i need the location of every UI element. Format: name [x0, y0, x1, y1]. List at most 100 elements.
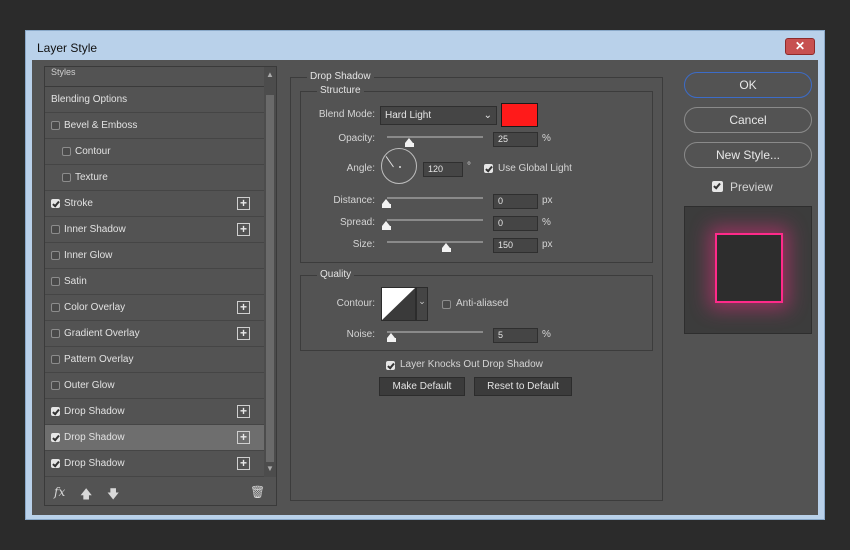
preview-label: Preview	[730, 180, 773, 194]
opacity-input[interactable]: 25	[493, 132, 538, 147]
styles-scrollbar[interactable]: ▲ ▼	[264, 67, 276, 477]
angle-dial-center	[399, 166, 401, 168]
scroll-up-arrow-icon[interactable]: ▲	[264, 69, 276, 81]
scrollbar-thumb[interactable]	[266, 95, 274, 462]
add-style-plus-icon[interactable]: +	[237, 197, 250, 210]
style-checkbox[interactable]	[51, 459, 60, 468]
add-style-plus-icon[interactable]: +	[237, 457, 250, 470]
style-item-label: Contour	[75, 146, 111, 157]
size-input[interactable]: 150	[493, 238, 538, 253]
style-item[interactable]: Blending Options	[45, 87, 264, 113]
add-style-plus-icon[interactable]: +	[237, 301, 250, 314]
style-item[interactable]: Inner Shadow +	[45, 217, 264, 243]
style-item[interactable]: Pattern Overlay	[45, 347, 264, 373]
blend-mode-label: Blend Mode:	[318, 109, 375, 120]
contour-preview[interactable]	[381, 287, 416, 321]
style-item[interactable]: Inner Glow	[45, 243, 264, 269]
knocks-out-label: Layer Knocks Out Drop Shadow	[400, 359, 543, 370]
style-item-label: Drop Shadow	[64, 432, 125, 443]
style-item[interactable]: Outer Glow	[45, 373, 264, 399]
spread-input[interactable]: 0	[493, 216, 538, 231]
shadow-color-swatch[interactable]	[501, 103, 538, 127]
knocks-out-checkbox[interactable]	[386, 361, 395, 370]
anti-aliased-label: Anti-aliased	[456, 298, 509, 309]
distance-slider[interactable]	[387, 197, 483, 199]
noise-slider-thumb[interactable]	[387, 333, 396, 342]
distance-input[interactable]: 0	[493, 194, 538, 209]
styles-list: Styles Blending Options Bevel & Emboss Con…	[45, 67, 264, 477]
style-item[interactable]: Texture	[45, 165, 264, 191]
style-checkbox[interactable]	[51, 381, 60, 390]
add-style-plus-icon[interactable]: +	[237, 223, 250, 236]
noise-input[interactable]: 5	[493, 328, 538, 343]
style-checkbox[interactable]	[51, 225, 60, 234]
style-item[interactable]: Color Overlay +	[45, 295, 264, 321]
style-checkbox[interactable]	[51, 121, 60, 130]
new-style-button[interactable]: New Style...	[684, 142, 812, 168]
preview-thumbnail	[684, 206, 812, 334]
anti-aliased-checkbox[interactable]	[442, 300, 451, 309]
scroll-down-arrow-icon[interactable]: ▼	[264, 463, 276, 475]
title-bar[interactable]: Layer Style ✕	[26, 31, 824, 61]
noise-unit: %	[542, 329, 551, 340]
style-item[interactable]: Stroke +	[45, 191, 264, 217]
size-label: Size:	[352, 239, 375, 250]
noise-slider[interactable]	[387, 331, 483, 333]
use-global-light-checkbox[interactable]	[484, 164, 493, 173]
reset-to-default-button[interactable]: Reset to Default	[474, 377, 572, 396]
style-checkbox[interactable]	[51, 355, 60, 364]
spread-slider[interactable]	[387, 219, 483, 221]
close-button[interactable]: ✕	[785, 38, 815, 55]
styles-header: Styles	[45, 67, 264, 87]
style-item[interactable]: Bevel & Emboss	[45, 113, 264, 139]
distance-unit: px	[542, 195, 553, 206]
ok-button[interactable]: OK	[684, 72, 812, 98]
styles-panel: Styles Blending Options Bevel & Emboss Con…	[44, 66, 277, 506]
add-style-plus-icon[interactable]: +	[237, 405, 250, 418]
spread-unit: %	[542, 217, 551, 228]
style-checkbox[interactable]	[51, 251, 60, 260]
blend-mode-select[interactable]: Hard Light ⌄	[380, 106, 497, 125]
style-item-label: Color Overlay	[64, 302, 126, 313]
size-slider-thumb[interactable]	[442, 243, 451, 252]
style-item[interactable]: Drop Shadow +	[45, 399, 264, 425]
style-item[interactable]: Drop Shadow +	[45, 425, 264, 451]
style-item[interactable]: Satin	[45, 269, 264, 295]
cancel-button[interactable]: Cancel	[684, 107, 812, 133]
trash-icon[interactable]: 🗑	[250, 485, 265, 499]
style-checkbox[interactable]	[62, 173, 71, 182]
style-item[interactable]: Drop Shadow +	[45, 451, 264, 477]
style-item-label: Outer Glow	[64, 380, 115, 391]
contour-curve-icon	[382, 288, 415, 320]
distance-slider-thumb[interactable]	[382, 199, 391, 208]
style-item-label: Inner Glow	[64, 250, 113, 261]
style-item-label: Satin	[64, 276, 87, 287]
angle-input[interactable]: 120	[423, 162, 463, 177]
opacity-label: Opacity:	[338, 133, 375, 144]
size-unit: px	[542, 239, 553, 250]
contour-dropdown-chevron-icon[interactable]: ⌄	[416, 287, 428, 321]
size-slider[interactable]	[387, 241, 483, 243]
add-style-plus-icon[interactable]: +	[237, 431, 250, 444]
style-item[interactable]: Contour	[45, 139, 264, 165]
style-checkbox[interactable]	[51, 277, 60, 286]
style-checkbox[interactable]	[51, 433, 60, 442]
style-checkbox[interactable]	[62, 147, 71, 156]
move-up-icon[interactable]: 🡅	[80, 485, 92, 506]
style-checkbox[interactable]	[51, 329, 60, 338]
opacity-slider[interactable]	[387, 136, 483, 138]
style-checkbox[interactable]	[51, 407, 60, 416]
angle-dial[interactable]	[381, 148, 417, 184]
opacity-slider-thumb[interactable]	[405, 138, 414, 147]
style-item[interactable]: Gradient Overlay +	[45, 321, 264, 347]
spread-slider-thumb[interactable]	[382, 221, 391, 230]
add-style-plus-icon[interactable]: +	[237, 327, 250, 340]
preview-checkbox[interactable]	[712, 181, 723, 192]
style-checkbox[interactable]	[51, 303, 60, 312]
fx-icon[interactable]: fx	[54, 485, 65, 499]
make-default-button[interactable]: Make Default	[379, 377, 465, 396]
chevron-down-icon: ⌄	[483, 110, 492, 121]
drop-shadow-title: Drop Shadow	[307, 71, 374, 82]
move-down-icon[interactable]: 🡇	[107, 485, 119, 506]
style-checkbox[interactable]	[51, 199, 60, 208]
